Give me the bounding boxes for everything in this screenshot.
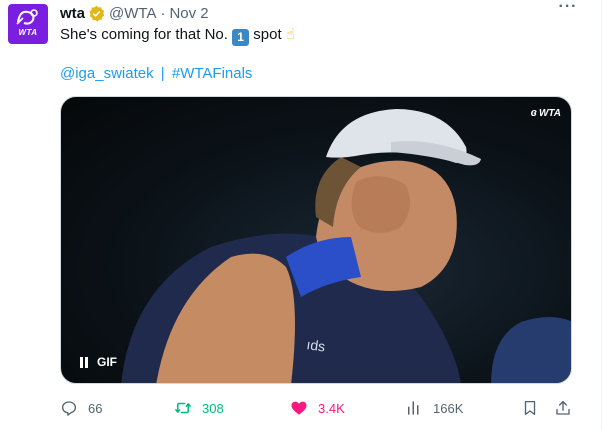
media-watermark: ɞ WTA xyxy=(531,107,561,119)
hashtag-link[interactable]: #WTAFinals xyxy=(172,65,253,82)
like-count: 3.4K xyxy=(318,400,345,416)
svg-text:ıds: ıds xyxy=(306,336,327,354)
reply-button[interactable]: 66 xyxy=(60,394,102,422)
tweet-text: She's coming for that No. 1 spot ☝ xyxy=(60,25,295,46)
keycap-one-emoji: 1 xyxy=(232,29,250,46)
display-name[interactable]: wta xyxy=(60,5,85,22)
reply-count: 66 xyxy=(88,400,103,416)
bookmark-icon xyxy=(524,400,536,416)
watermark-text: WTA xyxy=(538,107,561,119)
pause-icon[interactable] xyxy=(79,356,89,368)
views-count: 166K xyxy=(433,400,464,416)
tweet-text-after: spot xyxy=(253,26,282,43)
retweet-count: 308 xyxy=(202,400,224,416)
avatar-text: WTA xyxy=(18,28,38,37)
gif-label: GIF xyxy=(97,355,117,369)
tweet-media-gif[interactable]: ıds ɞ WTA GIF xyxy=(60,96,572,384)
views-button[interactable]: 166K xyxy=(405,394,463,422)
retweet-button[interactable]: 308 xyxy=(174,394,224,422)
wta-logo-icon xyxy=(16,9,38,25)
share-icon xyxy=(556,400,570,415)
tweet-header: wta @WTA · Nov 2 xyxy=(60,3,209,23)
tweet[interactable]: WTA wta @WTA · Nov 2 ··· She's coming fo… xyxy=(0,0,602,430)
avatar[interactable]: WTA xyxy=(8,4,48,44)
views-icon xyxy=(408,401,419,415)
pointing-up-emoji: ☝ xyxy=(285,26,295,43)
separator-dot: · xyxy=(160,4,166,22)
tweet-links: @iga_swiatek | #WTAFinals xyxy=(60,64,252,84)
heart-icon xyxy=(291,401,307,415)
links-separator: | xyxy=(160,65,165,82)
wta-watermark-icon: ɞ xyxy=(530,107,537,119)
bookmark-button[interactable] xyxy=(521,394,549,422)
timestamp[interactable]: Nov 2 xyxy=(169,5,208,22)
gif-frame-image: ıds xyxy=(121,109,571,383)
reply-icon xyxy=(61,401,77,416)
user-handle[interactable]: @WTA xyxy=(109,5,156,22)
share-button[interactable] xyxy=(554,394,582,422)
more-icon[interactable]: ··· xyxy=(553,0,583,24)
action-bar: 66 308 3.4K 166K xyxy=(0,394,602,422)
like-button[interactable]: 3.4K xyxy=(290,394,345,422)
verified-badge-icon[interactable] xyxy=(88,5,105,22)
retweet-icon xyxy=(175,402,191,414)
tweet-text-before: She's coming for that No. xyxy=(60,26,228,43)
gif-badge[interactable]: GIF xyxy=(73,351,123,373)
mention-link[interactable]: @iga_swiatek xyxy=(60,65,154,82)
